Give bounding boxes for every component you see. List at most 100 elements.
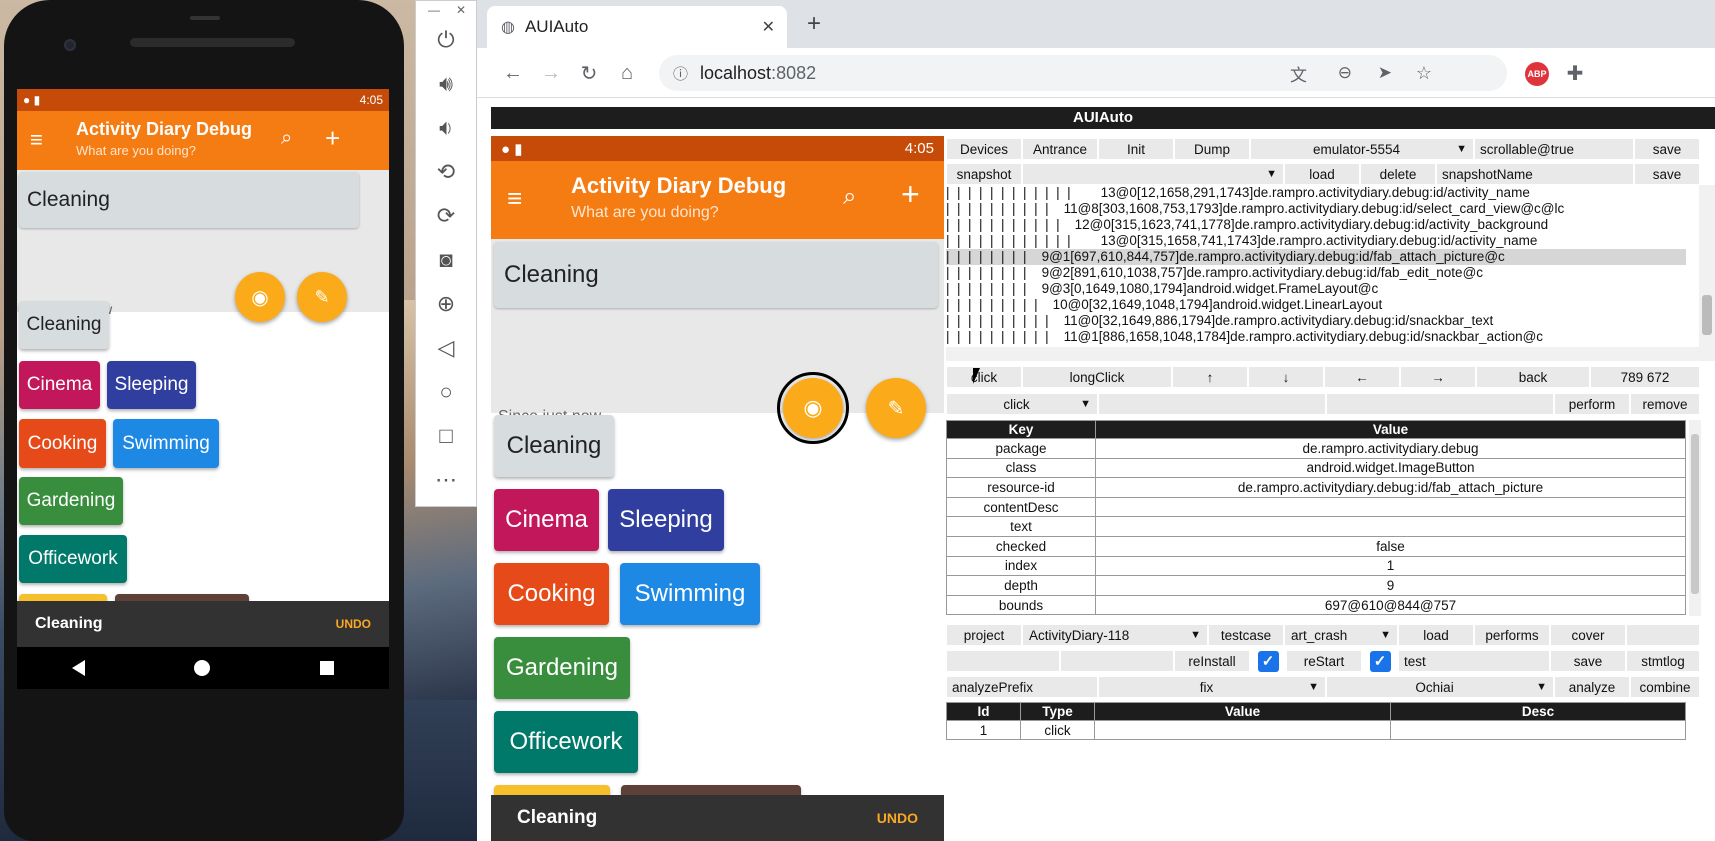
project-select[interactable]: ActivityDiary-118 ▼: [1022, 624, 1208, 646]
mirror-fab-attach-picture[interactable]: ◉: [777, 372, 849, 444]
snapshot-button[interactable]: snapshot: [946, 163, 1022, 185]
tree-node[interactable]: | | | | | | | | | | | | 13@0[315,1658,74…: [946, 233, 1686, 249]
snapshot-name-input[interactable]: snapshotName: [1436, 163, 1634, 185]
browser-tab[interactable]: ◍ AUIAuto ✕: [487, 6, 787, 48]
tree-node[interactable]: | | | | | | | | | | 11@0[32,1649,886,179…: [946, 313, 1686, 329]
table-row[interactable]: 1 click: [946, 720, 1686, 740]
swipe-down-button[interactable]: ↓: [1248, 366, 1324, 388]
chip-gardening[interactable]: Gardening: [19, 477, 123, 525]
snapshot-save-button[interactable]: save: [1634, 163, 1700, 185]
stmtlog-button[interactable]: stmtlog: [1626, 650, 1700, 672]
add-icon[interactable]: +: [325, 123, 340, 154]
snapshot-select[interactable]: ▼: [1022, 163, 1284, 185]
mirror-chip-gardening[interactable]: Gardening: [494, 637, 630, 699]
analyze-button[interactable]: analyze: [1554, 676, 1630, 698]
tree-node[interactable]: | | | | | | | | | 10@0[32,1649,1048,1794…: [946, 297, 1686, 313]
tree-scroll-thumb[interactable]: [1702, 295, 1712, 335]
coords-input[interactable]: 789 672: [1590, 366, 1700, 388]
testcase-label-button[interactable]: testcase: [1208, 624, 1284, 646]
current-activity-card[interactable]: Cleaning: [19, 172, 359, 228]
mirror-chip-cinema[interactable]: Cinema: [494, 489, 599, 551]
home-icon[interactable]: ⌂: [611, 57, 643, 89]
rotate-right-icon[interactable]: ⟳: [416, 197, 476, 235]
tree-scrollbar[interactable]: [1699, 185, 1715, 361]
tree-node-selected[interactable]: | | | | | | | | 9@1[697,610,844,757]de.r…: [946, 249, 1686, 265]
new-tab-icon[interactable]: +: [807, 10, 821, 38]
dump-button[interactable]: Dump: [1174, 138, 1250, 160]
tree-node[interactable]: | | | | | | | | | | 11@1[886,1658,1048,1…: [946, 329, 1686, 345]
action-param-input[interactable]: [1098, 393, 1326, 415]
combine-button[interactable]: combine: [1630, 676, 1700, 698]
antrance-button[interactable]: Antrance: [1022, 138, 1098, 160]
cover-input[interactable]: [1626, 624, 1700, 646]
test-input[interactable]: test: [1398, 650, 1550, 672]
swipe-left-button[interactable]: ←: [1324, 366, 1400, 388]
close-icon[interactable]: ✕: [456, 3, 466, 17]
mirror-add-icon[interactable]: +: [901, 176, 920, 213]
nav-back-icon[interactable]: [71, 660, 85, 676]
device-select[interactable]: emulator-5554 ▼: [1250, 138, 1474, 160]
action-param-input-2[interactable]: [1326, 393, 1554, 415]
mirror-chip-cleaning[interactable]: Cleaning: [494, 415, 614, 477]
snackbar-undo-button[interactable]: UNDO: [336, 617, 371, 631]
overview-icon[interactable]: □: [416, 417, 476, 455]
reinstall-checkbox[interactable]: ✓: [1250, 650, 1286, 672]
chip-cooking[interactable]: Cooking: [19, 419, 106, 468]
swipe-up-button[interactable]: ↑: [1172, 366, 1248, 388]
performs-button[interactable]: performs: [1474, 624, 1550, 646]
testcase-select[interactable]: art_crash ▼: [1284, 624, 1398, 646]
tree-node[interactable]: | | | | | | | | | | | | 13@0[12,1658,291…: [946, 185, 1686, 201]
menu-icon[interactable]: ≡: [30, 127, 43, 153]
reinstall-input-1[interactable]: [946, 650, 1060, 672]
chip-cinema[interactable]: Cinema: [19, 361, 100, 409]
rotate-left-icon[interactable]: ⟲: [416, 153, 476, 191]
reload-icon[interactable]: ↻: [573, 57, 605, 89]
analyze-prefix-input[interactable]: analyzePrefix: [946, 676, 1098, 698]
back-icon[interactable]: ◁: [416, 329, 476, 367]
init-button[interactable]: Init: [1098, 138, 1174, 160]
adblock-icon[interactable]: ABP: [1525, 62, 1549, 86]
mirrored-screen[interactable]: ● ▮ 4:05 ≡ Activity Diary Debug What are…: [491, 136, 944, 841]
volume-up-icon[interactable]: 🔊︎: [416, 65, 476, 103]
testcase-load-button[interactable]: load: [1398, 624, 1474, 646]
chip-officework[interactable]: Officework: [19, 535, 127, 583]
chip-swimming[interactable]: Swimming: [113, 419, 219, 468]
nav-home-icon[interactable]: [194, 660, 211, 676]
testcase-save-button[interactable]: save: [1550, 650, 1626, 672]
ochiai-select[interactable]: Ochiai ▼: [1326, 676, 1554, 698]
mirror-search-icon[interactable]: ⌕: [843, 183, 856, 211]
save-button[interactable]: save: [1634, 138, 1700, 160]
emulator-screen[interactable]: ● ▮ 4:05 ≡ Activity Diary Debug What are…: [17, 89, 389, 829]
devices-button[interactable]: Devices: [946, 138, 1022, 160]
mirror-snackbar-undo-button[interactable]: UNDO: [877, 810, 918, 826]
back-button[interactable]: back: [1476, 366, 1590, 388]
fix-select[interactable]: fix ▼: [1098, 676, 1326, 698]
address-bar[interactable]: ⓘ localhost:8082 文 ⊖ ➤ ☆: [659, 55, 1507, 91]
send-icon[interactable]: ➤: [1378, 63, 1392, 83]
translate-icon[interactable]: 文: [1290, 61, 1307, 86]
remove-button[interactable]: remove: [1630, 393, 1700, 415]
swipe-right-button[interactable]: →: [1400, 366, 1476, 388]
restart-checkbox[interactable]: ✓: [1362, 650, 1398, 672]
reinstall-input-2[interactable]: [1060, 650, 1174, 672]
mirror-current-activity-card[interactable]: Cleaning: [494, 242, 938, 308]
bookmark-star-icon[interactable]: ☆: [1416, 63, 1432, 84]
click-button[interactable]: click: [946, 366, 1022, 388]
tree-node[interactable]: | | | | | | | | | | | 12@0[315,1623,741,…: [946, 217, 1686, 233]
view-hierarchy-tree[interactable]: | | | | | | | | | | | | 13@0[12,1658,291…: [946, 185, 1699, 347]
props-scroll-thumb[interactable]: [1691, 434, 1699, 594]
snapshot-delete-button[interactable]: delete: [1360, 163, 1436, 185]
long-click-button[interactable]: longClick: [1022, 366, 1172, 388]
zoom-icon[interactable]: ⊕: [416, 285, 476, 323]
fab-edit-note[interactable]: ✎: [297, 272, 347, 322]
home-icon[interactable]: ○: [416, 373, 476, 411]
minimize-icon[interactable]: —: [428, 3, 440, 17]
extensions-icon[interactable]: ✚: [1559, 57, 1591, 89]
scrollable-input[interactable]: scrollable@true: [1474, 138, 1634, 160]
mirror-chip-officework[interactable]: Officework: [494, 711, 638, 773]
tree-node[interactable]: | | | | | | | | 9@2[891,610,1038,757]de.…: [946, 265, 1686, 281]
props-scrollbar[interactable]: [1689, 420, 1701, 616]
chip-sleeping[interactable]: Sleeping: [107, 361, 196, 409]
mirror-chip-cooking[interactable]: Cooking: [494, 563, 609, 625]
mirror-fab-edit-note[interactable]: ✎: [866, 378, 926, 438]
